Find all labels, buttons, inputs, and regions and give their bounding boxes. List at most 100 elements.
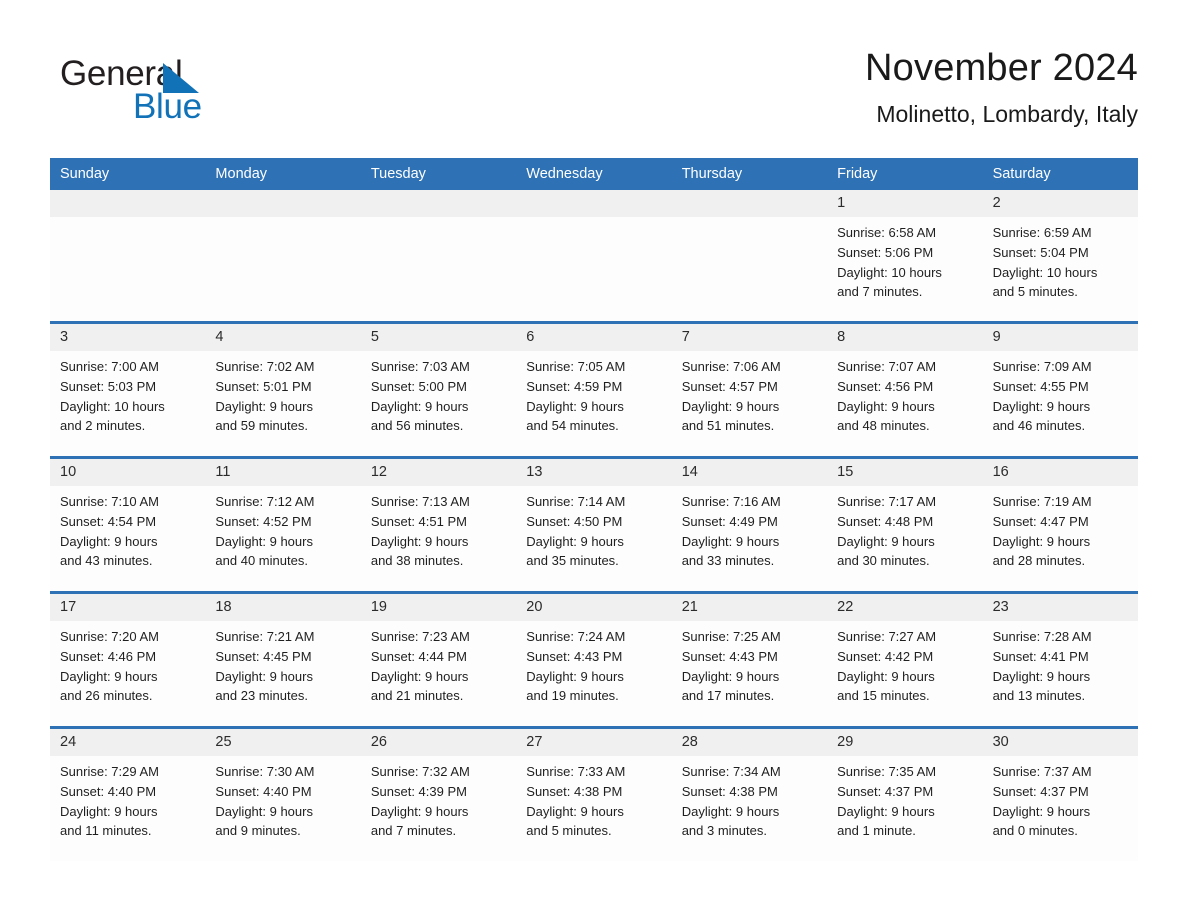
day-details: Sunrise: 7:07 AM Sunset: 4:56 PM Dayligh… [827, 351, 982, 436]
day-cell[interactable]: 23 Sunrise: 7:28 AM Sunset: 4:41 PM Dayl… [982, 594, 1138, 726]
day-cell[interactable]: 11 Sunrise: 7:12 AM Sunset: 4:52 PM Dayl… [205, 459, 361, 591]
daylight-text-line2: and 5 minutes. [526, 823, 612, 839]
day-number: 26 [360, 729, 517, 756]
day-details: Sunrise: 7:03 AM Sunset: 5:00 PM Dayligh… [361, 351, 516, 436]
daylight-text-line1: Daylight: 10 hours [837, 264, 942, 280]
day-cell[interactable]: 21 Sunrise: 7:25 AM Sunset: 4:43 PM Dayl… [671, 594, 828, 726]
day-cell[interactable]: 19 Sunrise: 7:23 AM Sunset: 4:44 PM Dayl… [360, 594, 517, 726]
day-details: Sunrise: 6:58 AM Sunset: 5:06 PM Dayligh… [827, 217, 982, 302]
day-cell[interactable] [360, 190, 517, 321]
day-details: Sunrise: 6:59 AM Sunset: 5:04 PM Dayligh… [983, 217, 1138, 302]
day-cell[interactable]: 17 Sunrise: 7:20 AM Sunset: 4:46 PM Dayl… [50, 594, 206, 726]
sunrise-text: Sunrise: 7:23 AM [370, 629, 470, 644]
day-cell[interactable]: 1 Sunrise: 6:58 AM Sunset: 5:06 PM Dayli… [827, 190, 983, 321]
day-number: 3 [50, 324, 206, 351]
day-details: Sunrise: 7:02 AM Sunset: 5:01 PM Dayligh… [205, 351, 360, 436]
day-cell[interactable]: 24 Sunrise: 7:29 AM Sunset: 4:40 PM Dayl… [50, 729, 206, 861]
sunrise-text: Sunrise: 7:28 AM [992, 629, 1092, 644]
day-cell[interactable]: 18 Sunrise: 7:21 AM Sunset: 4:45 PM Dayl… [205, 594, 361, 726]
day-cell[interactable]: 29 Sunrise: 7:35 AM Sunset: 4:37 PM Dayl… [827, 729, 983, 861]
sunset-text: Sunset: 4:38 PM [681, 783, 778, 799]
day-cell[interactable]: 16 Sunrise: 7:19 AM Sunset: 4:47 PM Dayl… [982, 459, 1138, 591]
sunrise-text: Sunrise: 6:59 AM [992, 225, 1092, 240]
day-number: 12 [360, 459, 517, 486]
day-cell[interactable]: 30 Sunrise: 7:37 AM Sunset: 4:37 PM Dayl… [982, 729, 1138, 861]
day-cell[interactable]: 2 Sunrise: 6:59 AM Sunset: 5:04 PM Dayli… [982, 190, 1138, 321]
weekday-thursday: Thursday [681, 166, 743, 182]
day-cell[interactable] [205, 190, 361, 321]
weekday-monday: Monday [215, 166, 268, 182]
day-number: 21 [671, 594, 828, 621]
day-number: 7 [671, 324, 828, 351]
day-cell[interactable] [516, 190, 672, 321]
day-cell[interactable]: 26 Sunrise: 7:32 AM Sunset: 4:39 PM Dayl… [360, 729, 517, 861]
day-cell[interactable]: 5 Sunrise: 7:03 AM Sunset: 5:00 PM Dayli… [360, 324, 517, 456]
sunset-text: Sunset: 5:01 PM [215, 378, 312, 394]
day-cell[interactable]: 15 Sunrise: 7:17 AM Sunset: 4:48 PM Dayl… [827, 459, 983, 591]
page-title: November 2024 [865, 47, 1138, 89]
daylight-text-line1: Daylight: 10 hours [60, 398, 165, 414]
day-number: 17 [50, 594, 206, 621]
day-number: 24 [50, 729, 206, 756]
daylight-text-line1: Daylight: 9 hours [992, 398, 1091, 414]
day-cell[interactable]: 25 Sunrise: 7:30 AM Sunset: 4:40 PM Dayl… [205, 729, 361, 861]
generalblue-logo[interactable]: General Blue [60, 54, 320, 134]
day-number: 13 [516, 459, 672, 486]
day-number: 28 [671, 729, 828, 756]
daylight-text-line2: and 21 minutes. [370, 688, 464, 704]
daylight-text-line1: Daylight: 9 hours [837, 668, 935, 684]
sunrise-text: Sunrise: 7:29 AM [60, 764, 159, 779]
daylight-text-line1: Daylight: 9 hours [837, 533, 935, 549]
day-cell[interactable]: 6 Sunrise: 7:05 AM Sunset: 4:59 PM Dayli… [516, 324, 672, 456]
day-cell[interactable]: 14 Sunrise: 7:16 AM Sunset: 4:49 PM Dayl… [671, 459, 828, 591]
sunset-text: Sunset: 4:59 PM [526, 378, 623, 394]
daylight-text-line1: Daylight: 9 hours [215, 668, 313, 684]
sunset-text: Sunset: 4:37 PM [992, 783, 1089, 799]
day-number [360, 190, 517, 217]
daylight-text-line2: and 11 minutes. [60, 823, 152, 839]
day-cell[interactable]: 12 Sunrise: 7:13 AM Sunset: 4:51 PM Dayl… [360, 459, 517, 591]
day-cell[interactable]: 8 Sunrise: 7:07 AM Sunset: 4:56 PM Dayli… [827, 324, 983, 456]
day-number: 29 [827, 729, 983, 756]
day-cell[interactable] [50, 190, 206, 321]
weekday-tuesday: Tuesday [370, 166, 426, 182]
day-cell[interactable]: 9 Sunrise: 7:09 AM Sunset: 4:55 PM Dayli… [982, 324, 1138, 456]
day-cell[interactable]: 3 Sunrise: 7:00 AM Sunset: 5:03 PM Dayli… [50, 324, 206, 456]
day-cell[interactable]: 22 Sunrise: 7:27 AM Sunset: 4:42 PM Dayl… [827, 594, 983, 726]
daylight-text-line1: Daylight: 9 hours [60, 803, 158, 819]
week-row: 3 Sunrise: 7:00 AM Sunset: 5:03 PM Dayli… [50, 324, 1138, 459]
daylight-text-line1: Daylight: 9 hours [526, 398, 624, 414]
day-cell[interactable]: 13 Sunrise: 7:14 AM Sunset: 4:50 PM Dayl… [516, 459, 672, 591]
logo-text-blue: Blue [133, 87, 202, 126]
day-number: 15 [827, 459, 983, 486]
sunset-text: Sunset: 5:00 PM [370, 378, 467, 394]
day-cell[interactable]: 10 Sunrise: 7:10 AM Sunset: 4:54 PM Dayl… [50, 459, 206, 591]
day-number: 4 [205, 324, 361, 351]
day-cell[interactable]: 4 Sunrise: 7:02 AM Sunset: 5:01 PM Dayli… [205, 324, 361, 456]
day-details: Sunrise: 7:20 AM Sunset: 4:46 PM Dayligh… [50, 621, 205, 706]
daylight-text-line2: and 35 minutes. [526, 553, 619, 569]
weekday-header-row: Sunday Monday Tuesday Wednesday Thursday… [50, 158, 1138, 190]
daylight-text-line1: Daylight: 9 hours [370, 398, 469, 414]
daylight-text-line2: and 30 minutes. [837, 553, 930, 569]
day-details: Sunrise: 7:29 AM Sunset: 4:40 PM Dayligh… [50, 756, 205, 841]
calendar-page: General Blue November 2024 Molinetto, Lo… [0, 0, 1188, 918]
day-number: 30 [982, 729, 1138, 756]
day-details: Sunrise: 7:24 AM Sunset: 4:43 PM Dayligh… [516, 621, 671, 706]
day-number: 18 [205, 594, 361, 621]
day-details: Sunrise: 7:09 AM Sunset: 4:55 PM Dayligh… [983, 351, 1138, 436]
daylight-text-line1: Daylight: 9 hours [526, 803, 624, 819]
sunrise-text: Sunrise: 7:37 AM [992, 764, 1092, 779]
day-cell[interactable] [671, 190, 828, 321]
day-cell[interactable]: 27 Sunrise: 7:33 AM Sunset: 4:38 PM Dayl… [516, 729, 672, 861]
day-details: Sunrise: 7:30 AM Sunset: 4:40 PM Dayligh… [205, 756, 360, 841]
sunset-text: Sunset: 4:56 PM [837, 378, 934, 394]
day-cell[interactable]: 28 Sunrise: 7:34 AM Sunset: 4:38 PM Dayl… [671, 729, 828, 861]
daylight-text-line2: and 5 minutes. [992, 284, 1078, 300]
day-cell[interactable]: 20 Sunrise: 7:24 AM Sunset: 4:43 PM Dayl… [516, 594, 672, 726]
day-cell[interactable]: 7 Sunrise: 7:06 AM Sunset: 4:57 PM Dayli… [671, 324, 828, 456]
day-details: Sunrise: 7:19 AM Sunset: 4:47 PM Dayligh… [983, 486, 1138, 571]
daylight-text-line1: Daylight: 9 hours [992, 803, 1091, 819]
daylight-text-line1: Daylight: 9 hours [681, 533, 780, 549]
daylight-text-line2: and 23 minutes. [215, 688, 308, 704]
